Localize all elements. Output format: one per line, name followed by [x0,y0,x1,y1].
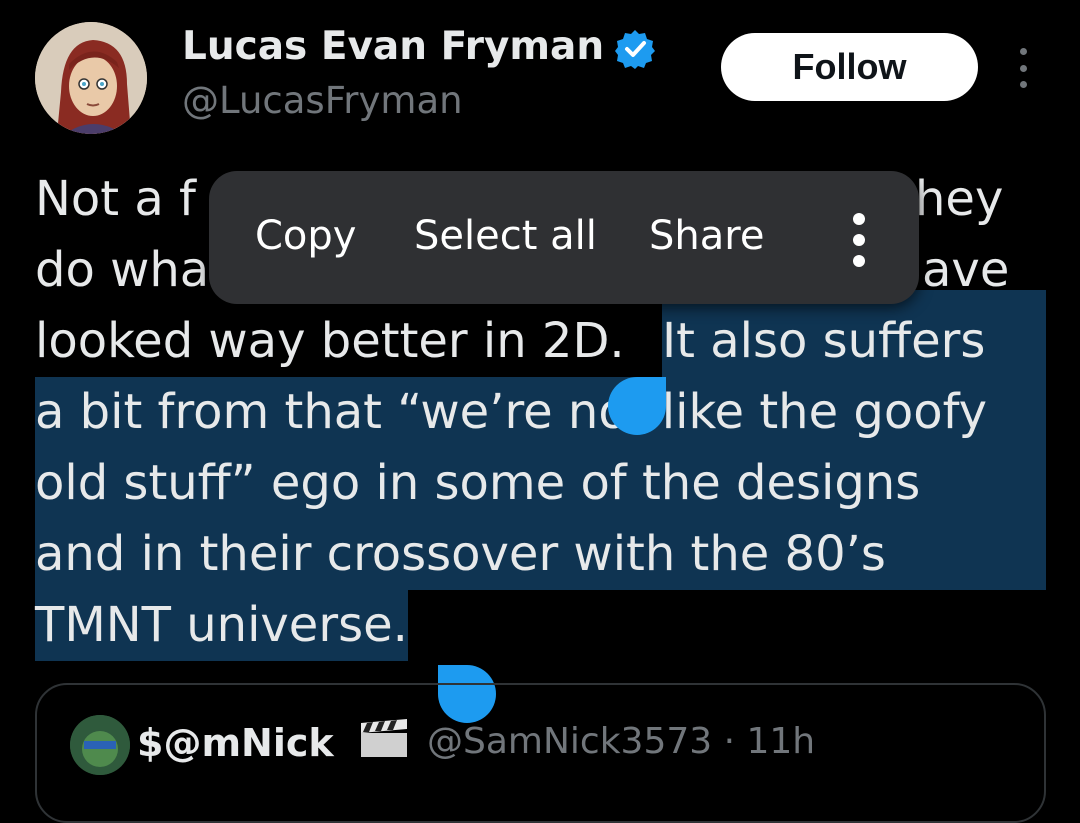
author-avatar[interactable] [35,22,147,134]
text-fragment: Not a f [35,171,196,227]
selection-start-handle[interactable] [608,377,666,435]
text-fragment: do wha [35,242,210,298]
dot [853,213,865,225]
quoted-author-name: $@mNick [137,721,334,765]
quoted-avatar [70,715,130,775]
follow-button[interactable]: Follow [721,33,978,101]
quoted-avatar-image [70,715,130,775]
author-name[interactable]: Lucas Evan Fryman [182,24,604,69]
tweet-line-selected: and in their crossover with the 80’s [35,519,1046,590]
select-all-menu-item[interactable]: Select all [414,213,597,259]
tweet-line-selected: TMNT universe. [35,590,1050,661]
selected-text: and in their crossover with the 80’s [35,526,886,582]
text-fragment: hey [915,171,1004,227]
text-fragment: looked way better in 2D. [35,313,625,369]
tweet-line-selected: a bit from that “we’re not like the goof… [35,377,1046,448]
selected-text: a bit from that “we’re not like the goof… [35,384,988,440]
dot [1019,48,1027,55]
tweet-line: looked way better in 2D. It also suffers [35,290,1050,377]
quoted-handle-time: @SamNick3573 · 11h [427,721,816,762]
author-handle[interactable]: @LucasFryman [182,79,463,122]
selected-text: old stuff” ego in some of the designs [35,455,921,511]
tweet-line-selected: old stuff” ego in some of the designs [35,448,1046,519]
more-options-icon[interactable] [1008,48,1038,88]
share-menu-item[interactable]: Share [649,213,764,259]
quoted-tweet-card[interactable]: $@mNick @SamNick3573 · 11h [35,683,1046,823]
selected-text: TMNT universe. [35,590,408,661]
dot [1019,81,1027,88]
clapperboard-icon [361,719,407,757]
avatar-illustration [35,22,147,134]
dot [853,234,865,246]
copy-menu-item[interactable]: Copy [255,213,356,259]
verified-badge-icon [615,30,655,69]
dot [853,255,865,267]
dot [1019,64,1027,72]
more-vertical-icon[interactable] [849,213,869,267]
text-selection-menu: Copy Select all Share [209,171,919,304]
